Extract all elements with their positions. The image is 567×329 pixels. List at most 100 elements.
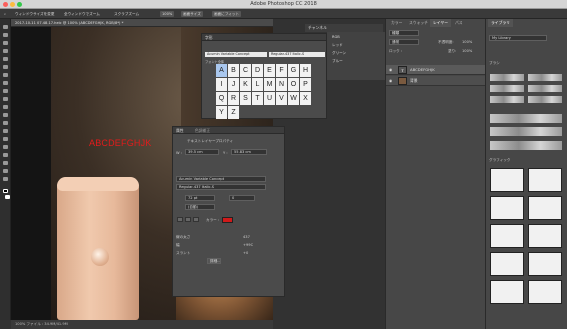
visibility-eye-icon[interactable]: ◉ [389,76,392,86]
visibility-eye-icon[interactable]: ◉ [389,65,392,75]
stamp-tool-icon[interactable] [3,89,8,93]
w-field[interactable]: 39.5 cm [185,149,219,155]
glyph-cell[interactable]: Y [216,106,227,119]
layer-row[interactable]: ◉ T ABCDEFGHJK [386,65,486,75]
hand-tool-icon[interactable] [3,169,8,173]
channel-row[interactable]: ブルー [330,58,384,64]
brush-preview[interactable] [490,74,524,81]
blur-tool-icon[interactable] [3,121,8,125]
layer-filter-select[interactable]: 種類 [389,30,419,36]
layer-name[interactable]: ABCDEFGHJK [410,65,435,75]
channel-row[interactable]: グリーン [330,50,384,56]
tracking-field[interactable]: 0 [229,195,255,201]
glyph-cell[interactable]: Z [228,106,239,119]
glyphs-style-select[interactable]: Regular-437 Italic-S [269,52,325,57]
graphic-item[interactable] [490,280,524,304]
brush-preview[interactable] [528,96,562,103]
glyph-cell[interactable]: L [252,78,263,91]
option-zoom-all[interactable]: 全ウィンドウでズーム [62,11,102,17]
gradient-tool-icon[interactable] [3,113,8,117]
glyph-cell[interactable]: H [300,64,311,77]
library-select[interactable]: My Library [489,35,547,41]
layer-row[interactable]: ◉ 背景 [386,76,486,86]
quick-select-tool-icon[interactable] [3,49,8,53]
slant-value[interactable]: +0 [243,251,248,255]
foreground-color-icon[interactable] [3,189,8,193]
align-left-icon[interactable] [177,217,183,222]
glyph-cell[interactable]: J [228,78,239,91]
align-right-icon[interactable] [193,217,199,222]
zoom-tool-icon[interactable]: ⌕ [2,11,10,17]
tab-properties[interactable]: 属性 [176,128,184,133]
crop-tool-icon[interactable] [3,57,8,61]
fill-value[interactable]: 100% [462,49,472,53]
glyphs-panel-title[interactable]: 字形 [202,34,326,41]
glyph-cell[interactable]: A [216,64,227,77]
option-scrubby-zoom[interactable]: スクラブズーム [112,11,142,17]
tab-adjustments[interactable]: 色調補正 [195,128,210,133]
fill-screen-button[interactable]: 画面にフィット [212,11,242,17]
glyphs-font-select[interactable]: Acumin Variable Concept [205,52,267,57]
width-value[interactable]: +99C [243,243,253,247]
glyph-cell[interactable]: S [240,92,251,105]
shape-tool-icon[interactable] [3,161,8,165]
tab-color[interactable]: カラー [388,19,405,27]
eyedropper-tool-icon[interactable] [3,65,8,69]
lasso-tool-icon[interactable] [3,41,8,45]
zoom-tool-icon[interactable] [3,177,8,181]
glyph-cell[interactable]: C [240,64,251,77]
channel-row[interactable]: RGB [330,34,384,40]
graphic-item[interactable] [490,168,524,192]
brush-preview[interactable] [490,96,524,103]
font-style-select[interactable]: Regular-437 Italic-S [176,184,266,190]
weight-value[interactable]: 437 [243,235,250,239]
tab-swatches[interactable]: スウォッチ [406,19,431,27]
blend-mode-select[interactable]: 通常 [389,39,419,45]
graphic-item[interactable] [490,224,524,248]
glyph-cell[interactable]: Q [216,92,227,105]
glyph-cell[interactable]: D [252,64,263,77]
move-tool-icon[interactable] [3,25,8,29]
tab-paths[interactable]: パス [452,19,466,27]
graphic-item[interactable] [490,252,524,276]
glyph-cell[interactable]: G [288,64,299,77]
tab-layers[interactable]: レイヤー [430,19,452,27]
y-field[interactable]: 55.83 cm [231,149,267,155]
canvas-text-layer[interactable]: ABCDEFGHJK [89,138,152,148]
glyph-cell[interactable]: U [264,92,275,105]
brush-tool-icon[interactable] [3,81,8,85]
option-resize-windows[interactable]: ウィンドウサイズを変更 [13,11,57,17]
channel-row[interactable]: レッド [330,42,384,48]
glyph-cell[interactable]: R [228,92,239,105]
zoom-100-button[interactable]: 100% [160,11,175,17]
graphic-item[interactable] [528,280,562,304]
font-family-select[interactable]: Acumin Variable Concept [176,176,266,182]
history-brush-tool-icon[interactable] [3,97,8,101]
glyph-cell[interactable]: B [228,64,239,77]
brush-preview[interactable] [490,114,562,123]
healing-tool-icon[interactable] [3,73,8,77]
glyph-cell[interactable]: I [216,78,227,91]
background-color-icon[interactable] [5,195,10,199]
font-size-field[interactable]: 72 pt [185,195,215,201]
brush-preview[interactable] [528,85,562,92]
graphic-item[interactable] [528,196,562,220]
fit-screen-button[interactable]: 画面サイズ [181,11,203,17]
glyph-cell[interactable]: K [240,78,251,91]
eraser-tool-icon[interactable] [3,105,8,109]
glyph-cell[interactable]: P [300,78,311,91]
align-center-icon[interactable] [185,217,191,222]
leading-field[interactable]: (自動) [185,204,215,210]
glyph-cell[interactable]: M [264,78,275,91]
graphic-item[interactable] [528,252,562,276]
dodge-tool-icon[interactable] [3,129,8,133]
path-select-tool-icon[interactable] [3,153,8,157]
glyph-cell[interactable]: E [264,64,275,77]
brush-preview[interactable] [490,141,562,150]
glyph-cell[interactable]: X [300,92,311,105]
glyph-cell[interactable]: V [276,92,287,105]
graphic-item[interactable] [528,224,562,248]
more-options-button[interactable]: 詳細... [207,258,221,264]
tab-libraries[interactable]: ライブラリ [488,19,513,27]
type-tool-icon[interactable] [3,145,8,149]
